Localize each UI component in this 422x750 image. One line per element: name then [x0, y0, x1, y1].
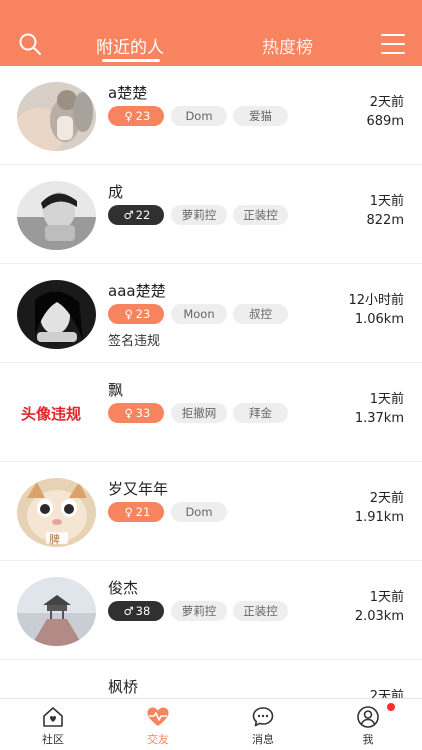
user-row[interactable]: 枫桥 2天前 — [0, 660, 422, 698]
cat-photo-avatar[interactable] — [17, 82, 96, 151]
tab-label: 我 — [362, 733, 374, 746]
tab-label: 消息 — [252, 733, 274, 746]
gender-age-badge: ♂ 22 — [108, 205, 164, 225]
user-name: 俊杰 — [108, 579, 139, 597]
gender-age-badge: ♀ 23 — [108, 304, 164, 324]
user-row[interactable]: 脾 岁又年年 ♀ 21 Dom 2天前 1.91km — [0, 462, 422, 561]
interest-tag: 拜金 — [233, 403, 288, 423]
user-name: a楚楚 — [108, 84, 148, 102]
chat-bubble-icon — [252, 707, 274, 727]
interest-tag: 叔控 — [233, 304, 288, 324]
cat-meme-avatar[interactable]: 脾 — [17, 478, 96, 547]
interest-tag: Dom — [171, 106, 227, 126]
bw-portrait-avatar[interactable] — [17, 181, 96, 250]
distance: 689m — [366, 114, 404, 129]
avatar-caption: 脾 — [49, 533, 60, 546]
user-row[interactable]: a楚楚 ♀ 23 Dom 爱猫 2天前 689m — [0, 66, 422, 165]
distance: 1.06km — [354, 312, 404, 327]
age-value: 23 — [135, 109, 151, 123]
user-name: 飘 — [108, 381, 124, 399]
age-value: 38 — [135, 604, 151, 618]
gender-age-badge: ♀ 33 — [108, 403, 164, 423]
interest-tag: Dom — [171, 502, 227, 522]
bw-woman-avatar[interactable] — [17, 280, 96, 349]
distance: 2.03km — [354, 609, 404, 624]
top-bar: 附近的人 热度榜 — [0, 0, 422, 66]
male-icon: ♂ — [123, 208, 134, 222]
age-value: 22 — [135, 208, 151, 222]
age-value: 33 — [135, 406, 151, 420]
interest-tag: 拒撤网 — [171, 403, 227, 423]
age-value: 23 — [135, 307, 151, 321]
distance: 1.91km — [354, 510, 404, 525]
tab-label: 交友 — [147, 733, 169, 746]
app: 附近的人 热度榜 a楚楚 ♀ 23 Dom 爱猫 2天前 689m 成 ♂ 22… — [0, 0, 422, 750]
interest-tag: 正装控 — [233, 205, 288, 225]
user-name: 成 — [108, 183, 124, 201]
notification-badge — [387, 703, 395, 711]
female-icon: ♀ — [124, 406, 133, 420]
tab-label: 社区 — [42, 733, 64, 746]
interest-tag: Moon — [171, 304, 227, 324]
female-icon: ♀ — [124, 109, 133, 123]
last-active: 2天前 — [369, 95, 404, 110]
search-icon[interactable] — [18, 32, 42, 56]
gender-age-badge: ♂ 38 — [108, 601, 164, 621]
user-row[interactable]: 成 ♂ 22 萝莉控 正装控 1天前 822m — [0, 165, 422, 264]
female-icon: ♀ — [124, 505, 133, 519]
gender-age-badge: ♀ 23 — [108, 106, 164, 126]
distance: 822m — [366, 213, 404, 228]
house-heart-icon — [43, 707, 63, 727]
user-name: 枫桥 — [108, 678, 139, 696]
user-name: 岁又年年 — [108, 480, 169, 498]
bottom-tab-bar: 社区 交友 消息 我 — [0, 698, 422, 750]
menu-icon[interactable] — [381, 34, 405, 54]
pier-pavilion-avatar[interactable] — [17, 577, 96, 646]
signature: 签名违规 — [108, 334, 161, 349]
interest-tag: 萝莉控 — [171, 205, 227, 225]
user-row[interactable]: 头像违规 飘 ♀ 33 拒撤网 拜金 1天前 1.37km — [0, 363, 422, 462]
age-value: 21 — [135, 505, 151, 519]
last-active: 2天前 — [369, 689, 404, 698]
interest-tag: 爱猫 — [233, 106, 288, 126]
last-active: 12小时前 — [348, 293, 404, 308]
user-list: a楚楚 ♀ 23 Dom 爱猫 2天前 689m 成 ♂ 22 萝莉控 正装控 … — [0, 66, 422, 698]
active-tab-indicator — [102, 59, 160, 62]
female-icon: ♀ — [124, 307, 133, 321]
user-row[interactable]: 俊杰 ♂ 38 萝莉控 正装控 1天前 2.03km — [0, 561, 422, 660]
avatar-violation-notice[interactable]: 头像违规 — [21, 403, 81, 424]
last-active: 1天前 — [369, 194, 404, 209]
male-icon: ♂ — [123, 604, 134, 618]
distance: 1.37km — [354, 411, 404, 426]
tab-dating[interactable]: 交友 — [123, 699, 193, 750]
user-name: aaa楚楚 — [108, 282, 166, 300]
gender-age-badge: ♀ 21 — [108, 502, 164, 522]
interest-tag: 萝莉控 — [171, 601, 227, 621]
tab-hot-ranking[interactable]: 热度榜 — [262, 33, 313, 58]
last-active: 1天前 — [369, 590, 404, 605]
user-row[interactable]: aaa楚楚 ♀ 23 Moon 叔控 签名违规 12小时前 1.06km — [0, 264, 422, 363]
user-icon — [357, 706, 379, 728]
last-active: 2天前 — [369, 491, 404, 506]
tab-community[interactable]: 社区 — [18, 699, 88, 750]
tab-messages[interactable]: 消息 — [228, 699, 298, 750]
heartbeat-icon — [147, 707, 169, 726]
last-active: 1天前 — [369, 392, 404, 407]
tab-nearby[interactable]: 附近的人 — [96, 33, 164, 58]
interest-tag: 正装控 — [233, 601, 288, 621]
